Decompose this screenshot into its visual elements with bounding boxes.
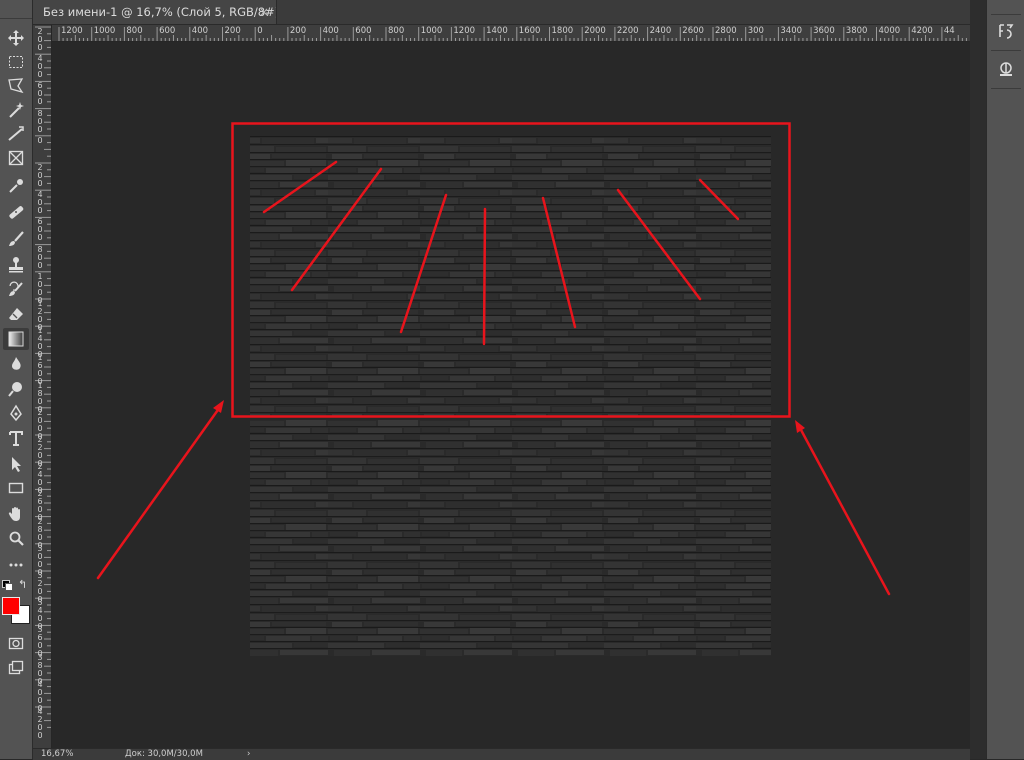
ruler-label: 200 (289, 26, 307, 36)
collapsed-panels (986, 0, 1024, 759)
ruler-label: 2000 (584, 26, 606, 36)
ruler-label: 400 (37, 190, 43, 216)
history-brush-icon[interactable] (3, 279, 29, 301)
eraser-icon[interactable] (3, 303, 29, 325)
ruler-label: 1800 (551, 26, 574, 36)
ruler-label: 200 (37, 27, 43, 52)
document-size: Док: 30,0M/30,0M (125, 749, 203, 759)
crop-icon[interactable] (3, 123, 29, 145)
document-tab-title: Без имени-1 @ 16,7% (Слой 5, RGB/8#) * (43, 5, 277, 19)
ruler-label: 1200 (453, 26, 476, 36)
ruler-label: 600 (37, 217, 43, 243)
ruler-label: 400 (37, 54, 43, 80)
swap-colors-icon[interactable]: ↰ (18, 578, 27, 591)
ruler-label: 3800 (845, 26, 868, 36)
ruler-label: 4200 (37, 707, 43, 740)
close-icon[interactable]: × (259, 0, 269, 24)
magic-wand-icon[interactable] (3, 99, 29, 121)
ruler-label: 1200 (61, 26, 83, 36)
ruler-label: 800 (37, 108, 43, 134)
gradient-icon[interactable] (3, 328, 29, 350)
pen-icon[interactable] (3, 402, 29, 424)
stamp-icon[interactable] (3, 254, 29, 276)
ruler-label: 200 (224, 26, 241, 36)
ruler-label: 4200 (911, 26, 933, 36)
type-icon[interactable] (3, 427, 29, 449)
document-tab-bar: Без имени-1 @ 16,7% (Слой 5, RGB/8#) * × (33, 0, 970, 25)
adjustments-panel-icon[interactable] (995, 58, 1017, 80)
ruler-label: 2600 (682, 26, 704, 36)
dodge-icon[interactable] (3, 378, 29, 400)
panel-separator (991, 50, 1021, 51)
ruler-label: 200 (37, 163, 43, 188)
move-icon[interactable] (3, 27, 29, 49)
ruler-label: 1000 (420, 26, 443, 36)
canvas-workspace[interactable] (52, 42, 970, 748)
hand-icon[interactable] (3, 503, 29, 525)
ruler-label: 0 (257, 26, 263, 36)
ruler-label: 1000 (93, 26, 116, 36)
ellipsis-icon[interactable] (3, 554, 29, 576)
status-menu-arrow[interactable]: › (247, 749, 250, 760)
drop-icon[interactable] (3, 353, 29, 375)
eyedropper-icon[interactable] (3, 175, 29, 197)
ruler-label: 600 (159, 26, 176, 36)
bandage-icon[interactable] (3, 201, 29, 223)
stone-wall-layer-bottom (250, 420, 771, 656)
ruler-label: 3600 (813, 26, 835, 36)
frame-icon[interactable] (3, 147, 29, 169)
ruler-label: 2400 (649, 26, 672, 36)
ruler-label: 300 (747, 26, 764, 36)
screen-mode-icon[interactable] (3, 657, 29, 679)
tools-panel: ↰ (0, 0, 33, 759)
ruler-label: 3400 (780, 26, 803, 36)
document-tab[interactable]: Без имени-1 @ 16,7% (Слой 5, RGB/8#) * × (33, 0, 277, 24)
toolbar-grip[interactable] (0, 0, 32, 19)
zoom-icon[interactable] (3, 528, 29, 550)
vertical-ruler[interactable]: 2004006008000200400600800100012001400160… (33, 25, 52, 748)
ruler-label: 2200 (616, 26, 639, 36)
ruler-label: 600 (355, 26, 372, 36)
quick-mask-icon[interactable] (3, 632, 29, 654)
ruler-label: 800 (388, 26, 405, 36)
panel-separator (991, 14, 1021, 15)
ruler-label: 1600 (518, 26, 541, 36)
default-colors-icon[interactable] (2, 580, 13, 591)
ruler-label: 800 (37, 244, 43, 270)
foreground-color-swatch[interactable] (2, 597, 20, 615)
panel-separator (991, 88, 1021, 89)
ruler-label: 400 (322, 26, 339, 36)
polygon-lasso-icon[interactable] (3, 75, 29, 97)
brush-icon[interactable] (3, 228, 29, 250)
horizontal-ruler[interactable]: 1200 1000 800 600 400 200 0 200 400 600 800 1000 120… (52, 25, 970, 42)
document-canvas[interactable] (52, 42, 970, 748)
panel-dock-gap (970, 0, 986, 759)
history-panel-icon[interactable] (995, 20, 1017, 42)
arrow-select-icon[interactable] (3, 453, 29, 475)
ruler-label: 44 (943, 26, 955, 36)
zoom-level[interactable]: 16,67% (41, 749, 73, 760)
ruler-label: 0 (37, 135, 43, 145)
ruler-label: 1400 (486, 26, 508, 36)
ruler-label: 4000 (878, 26, 901, 36)
rectangle-icon[interactable] (3, 477, 29, 499)
rect-marquee-icon[interactable] (3, 51, 29, 73)
ruler-label: 600 (37, 81, 43, 107)
status-bar: 16,67% Док: 30,0M/30,0M › (33, 748, 970, 760)
ruler-label: 2800 (715, 26, 737, 36)
ruler-label: 800 (126, 26, 143, 36)
ruler-label: 400 (191, 26, 209, 36)
stone-wall-layer-top (250, 136, 771, 416)
